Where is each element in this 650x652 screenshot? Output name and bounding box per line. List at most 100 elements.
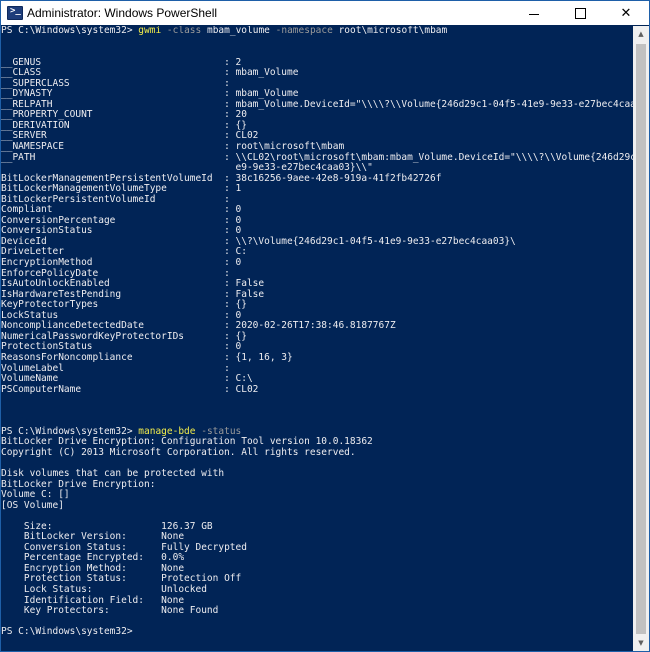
property-value: 0 xyxy=(235,204,242,216)
property-name: VolumeName xyxy=(1,373,219,385)
separator: : xyxy=(218,172,236,184)
close-button[interactable]: ✕ xyxy=(603,1,649,25)
status-label: Protection Status: xyxy=(1,573,162,585)
status-label: Encryption Method: xyxy=(1,562,162,574)
separator: : xyxy=(218,109,236,121)
property-value: CL02 xyxy=(235,130,259,142)
maximize-button[interactable] xyxy=(557,1,603,25)
property-value: CL02 xyxy=(235,383,259,395)
status-value: None xyxy=(161,562,185,574)
separator: : xyxy=(218,246,236,258)
prompt-line: PS C:\Windows\system32> gwmi -class mbam… xyxy=(1,26,633,37)
property-value: C:\ xyxy=(235,373,253,385)
prompt: PS C:\Windows\system32> xyxy=(1,26,139,36)
property-name: __SERVER xyxy=(1,130,219,142)
property-name: ProtectionStatus xyxy=(1,341,219,353)
command: gwmi xyxy=(138,26,162,36)
status-label: Lock Status: xyxy=(1,583,162,595)
console-output[interactable]: PS C:\Windows\system32> gwmi -class mbam… xyxy=(1,26,633,651)
property-value: {} xyxy=(235,299,247,311)
bitlocker-status-output: Size: 126.37 GB BitLocker Version: None … xyxy=(1,521,633,617)
separator: : xyxy=(218,235,236,247)
property-value: 0 xyxy=(235,309,242,321)
property-name: LockStatus xyxy=(1,309,219,321)
status-value: Protection Off xyxy=(161,573,242,585)
property-name: ReasonsForNoncompliance xyxy=(1,351,219,363)
separator: : xyxy=(218,320,236,332)
separator: : xyxy=(218,383,236,395)
powershell-window: >_ Administrator: Windows PowerShell ✕ P… xyxy=(0,0,650,652)
property-name: __GENUS xyxy=(1,56,219,68)
property-value: 0 xyxy=(235,214,242,226)
property-name: __PROPERTY_COUNT xyxy=(1,109,219,121)
property-name: BitLockerPersistentVolumeId xyxy=(1,193,219,205)
property-name: __CLASS xyxy=(1,67,219,79)
separator: : xyxy=(218,88,236,100)
property-value: False xyxy=(235,288,265,300)
output-line: Disk volumes that can be protected with xyxy=(1,467,225,479)
window-title: Administrator: Windows PowerShell xyxy=(27,6,218,20)
status-value: Fully Decrypted xyxy=(161,541,247,553)
property-value: 20 xyxy=(235,109,247,121)
output-line: BitLocker Drive Encryption: xyxy=(1,478,156,490)
separator: : xyxy=(218,257,236,269)
separator: : xyxy=(218,362,236,374)
separator: : xyxy=(218,119,236,131)
property-value: mbam_Volume xyxy=(235,67,299,79)
status-label: Conversion Status: xyxy=(1,541,162,553)
output-line: [OS Volume] xyxy=(1,499,64,511)
property-value: 2020-02-26T17:38:46.8187767Z xyxy=(235,320,396,332)
scroll-down-icon[interactable]: ▼ xyxy=(633,635,649,651)
property-value: 1 xyxy=(235,183,242,195)
property-value: root\microsoft\mbam xyxy=(235,141,345,153)
property-name: IsHardwareTestPending xyxy=(1,288,219,300)
separator: : xyxy=(218,141,236,153)
status-label: Percentage Encrypted: xyxy=(1,552,162,564)
separator: : xyxy=(218,214,236,226)
title-bar[interactable]: >_ Administrator: Windows PowerShell ✕ xyxy=(1,1,649,25)
powershell-icon: >_ xyxy=(7,6,23,20)
command-argument: mbam_volume xyxy=(206,26,270,36)
scrollbar-thumb[interactable] xyxy=(636,44,646,634)
minimize-button[interactable] xyxy=(511,1,557,25)
minimize-icon xyxy=(529,13,539,15)
status-label: BitLocker Version: xyxy=(1,531,162,543)
output-line: Volume C: [] xyxy=(1,489,70,501)
property-name: IsAutoUnlockEnabled xyxy=(1,278,219,290)
vertical-scrollbar[interactable]: ▲ ▼ xyxy=(633,26,649,651)
property-name: ConversionStatus xyxy=(1,225,219,237)
command-parameter: -class xyxy=(166,26,202,36)
separator: : xyxy=(218,278,236,290)
property-name: PSComputerName xyxy=(1,383,219,395)
property-value: {} xyxy=(235,119,247,131)
property-value: mbam_Volume xyxy=(235,88,299,100)
property-name: NoncomplianceDetectedDate xyxy=(1,320,219,332)
property-name: KeyProtectorTypes xyxy=(1,299,219,311)
property-name: __DYNASTY xyxy=(1,88,219,100)
property-value: 0 xyxy=(235,257,242,269)
property-value: \\?\Volume{246d29c1-04f5-41e9-9e33-e27be… xyxy=(235,235,516,247)
scroll-up-icon[interactable]: ▲ xyxy=(633,26,649,42)
property-name: __SUPERCLASS xyxy=(1,77,219,89)
property-name: EnforcePolicyDate xyxy=(1,267,219,279)
property-name: DriveLetter xyxy=(1,246,219,258)
output-line: Copyright (C) 2013 Microsoft Corporation… xyxy=(1,446,356,458)
separator: : xyxy=(218,225,236,237)
separator: : xyxy=(218,193,236,205)
separator: : xyxy=(218,151,236,163)
property-value: 0 xyxy=(235,225,242,237)
property-name: __PATH xyxy=(1,151,219,163)
separator: : xyxy=(218,267,236,279)
status-label: Key Protectors: xyxy=(1,605,162,617)
status-value: None Found xyxy=(161,605,219,617)
separator: : xyxy=(218,98,236,110)
property-name: EncryptionMethod xyxy=(1,257,219,269)
property-name: BitLockerManagementVolumeType xyxy=(1,183,219,195)
property-value: 38c16256-9aee-42e8-919a-41f2fb42726f xyxy=(235,172,442,184)
property-value: {1, 16, 3} xyxy=(235,351,293,363)
property-name: NumericalPasswordKeyProtectorIDs xyxy=(1,330,219,342)
status-row: Key Protectors: None Found xyxy=(1,605,633,617)
status-value: None xyxy=(161,594,185,606)
status-value: Unlocked xyxy=(161,583,207,595)
separator: : xyxy=(218,341,236,353)
